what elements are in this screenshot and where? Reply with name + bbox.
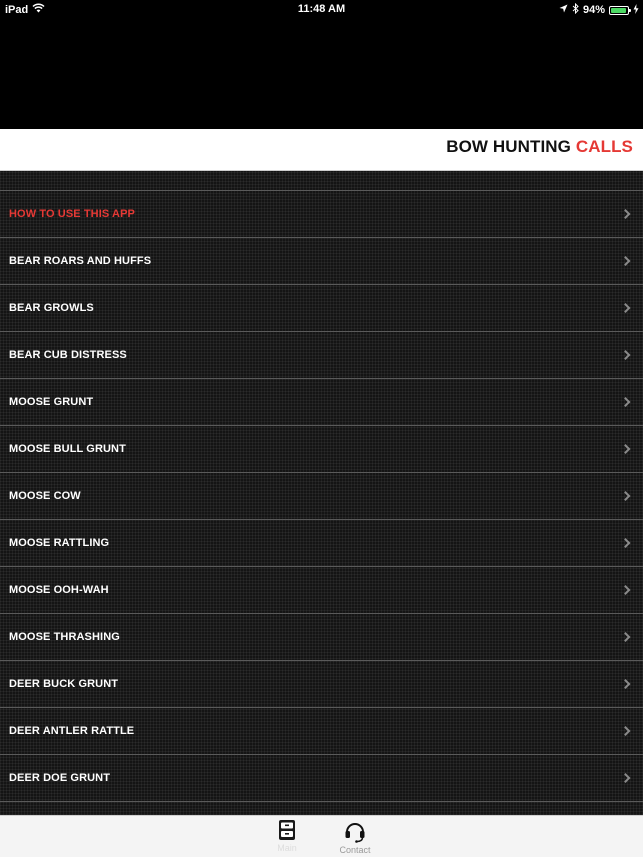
chevron-right-icon — [620, 585, 631, 595]
list-item-label: DEER DOE GRUNT — [9, 772, 111, 784]
tab-bar: Main Contact — [0, 815, 643, 857]
list-item-label: MOOSE RATTLING — [9, 537, 110, 549]
list-item-label: BEAR GROWLS — [9, 302, 94, 314]
chevron-right-icon — [620, 303, 631, 313]
list-item[interactable]: DEER ANTLER RATTLE — [0, 708, 643, 755]
list-item[interactable]: MOOSE THRASHING — [0, 614, 643, 661]
chevron-right-icon — [620, 350, 631, 360]
list-item-label: MOOSE GRUNT — [9, 396, 94, 408]
tab-main[interactable]: Main — [262, 819, 312, 853]
tab-contact-label: Contact — [339, 845, 371, 855]
chevron-right-icon — [620, 632, 631, 642]
list-item-label: BEAR ROARS AND HUFFS — [9, 255, 152, 267]
battery-fill — [611, 7, 627, 13]
list-item[interactable]: MOOSE RATTLING — [0, 520, 643, 567]
list-item[interactable]: BEAR ROARS AND HUFFS — [0, 238, 643, 285]
title-accent: CALLS — [575, 137, 633, 156]
app-screen: iPad 11:48 AM 94% BOW HUNTING CALLS HOW … — [0, 0, 643, 857]
cabinet-icon — [262, 819, 312, 841]
chevron-right-icon — [620, 491, 631, 501]
headset-icon — [330, 819, 380, 843]
list-item[interactable]: DEER DOE GRUNT — [0, 755, 643, 802]
navigation-bar: BOW HUNTING CALLS — [0, 129, 643, 171]
battery-icon — [609, 5, 631, 15]
tab-contact[interactable]: Contact — [330, 819, 380, 855]
charging-icon — [633, 3, 639, 17]
chevron-right-icon — [620, 679, 631, 689]
list-item-label: BEAR CUB DISTRESS — [9, 349, 127, 361]
list-item[interactable]: BEAR GROWLS — [0, 285, 643, 332]
ad-banner-area — [0, 20, 643, 129]
list-top-spacer — [0, 171, 643, 191]
tab-main-label: Main — [277, 843, 297, 853]
list-item-label: DEER BUCK GRUNT — [9, 678, 119, 690]
status-bar: iPad 11:48 AM 94% — [0, 0, 643, 20]
list-item[interactable]: MOOSE COW — [0, 473, 643, 520]
list-item[interactable]: MOOSE OOH-WAH — [0, 567, 643, 614]
battery-percent: 94% — [582, 4, 605, 16]
title-main: BOW HUNTING — [446, 137, 571, 156]
chevron-right-icon — [620, 773, 631, 783]
list-item[interactable]: DEER BUCK GRUNT — [0, 661, 643, 708]
chevron-right-icon — [620, 209, 631, 219]
list-item[interactable]: BEAR CUB DISTRESS — [0, 332, 643, 379]
chevron-right-icon — [620, 538, 631, 548]
chevron-right-icon — [620, 397, 631, 407]
list-item[interactable]: MOOSE BULL GRUNT — [0, 426, 643, 473]
list-item[interactable]: HOW TO USE THIS APP — [0, 191, 643, 238]
status-right: 94% — [559, 2, 639, 17]
list-item-label: MOOSE COW — [9, 490, 81, 502]
calls-list[interactable]: HOW TO USE THIS APP BEAR ROARS AND HUFFS B… — [0, 171, 643, 815]
list-item-label: MOOSE BULL GRUNT — [9, 443, 126, 455]
status-time: 11:48 AM — [297, 3, 346, 15]
chevron-right-icon — [620, 444, 631, 454]
list-item[interactable]: MOOSE GRUNT — [0, 379, 643, 426]
bluetooth-icon — [572, 2, 579, 17]
list-item-label: MOOSE THRASHING — [9, 631, 120, 643]
chevron-right-icon — [620, 726, 631, 736]
list-item-label: HOW TO USE THIS APP — [9, 208, 135, 220]
location-icon — [559, 4, 568, 16]
list-item-label: MOOSE OOH-WAH — [9, 584, 109, 596]
list-item-label: DEER ANTLER RATTLE — [9, 725, 135, 737]
page-title: BOW HUNTING CALLS — [446, 137, 633, 157]
chevron-right-icon — [620, 256, 631, 266]
